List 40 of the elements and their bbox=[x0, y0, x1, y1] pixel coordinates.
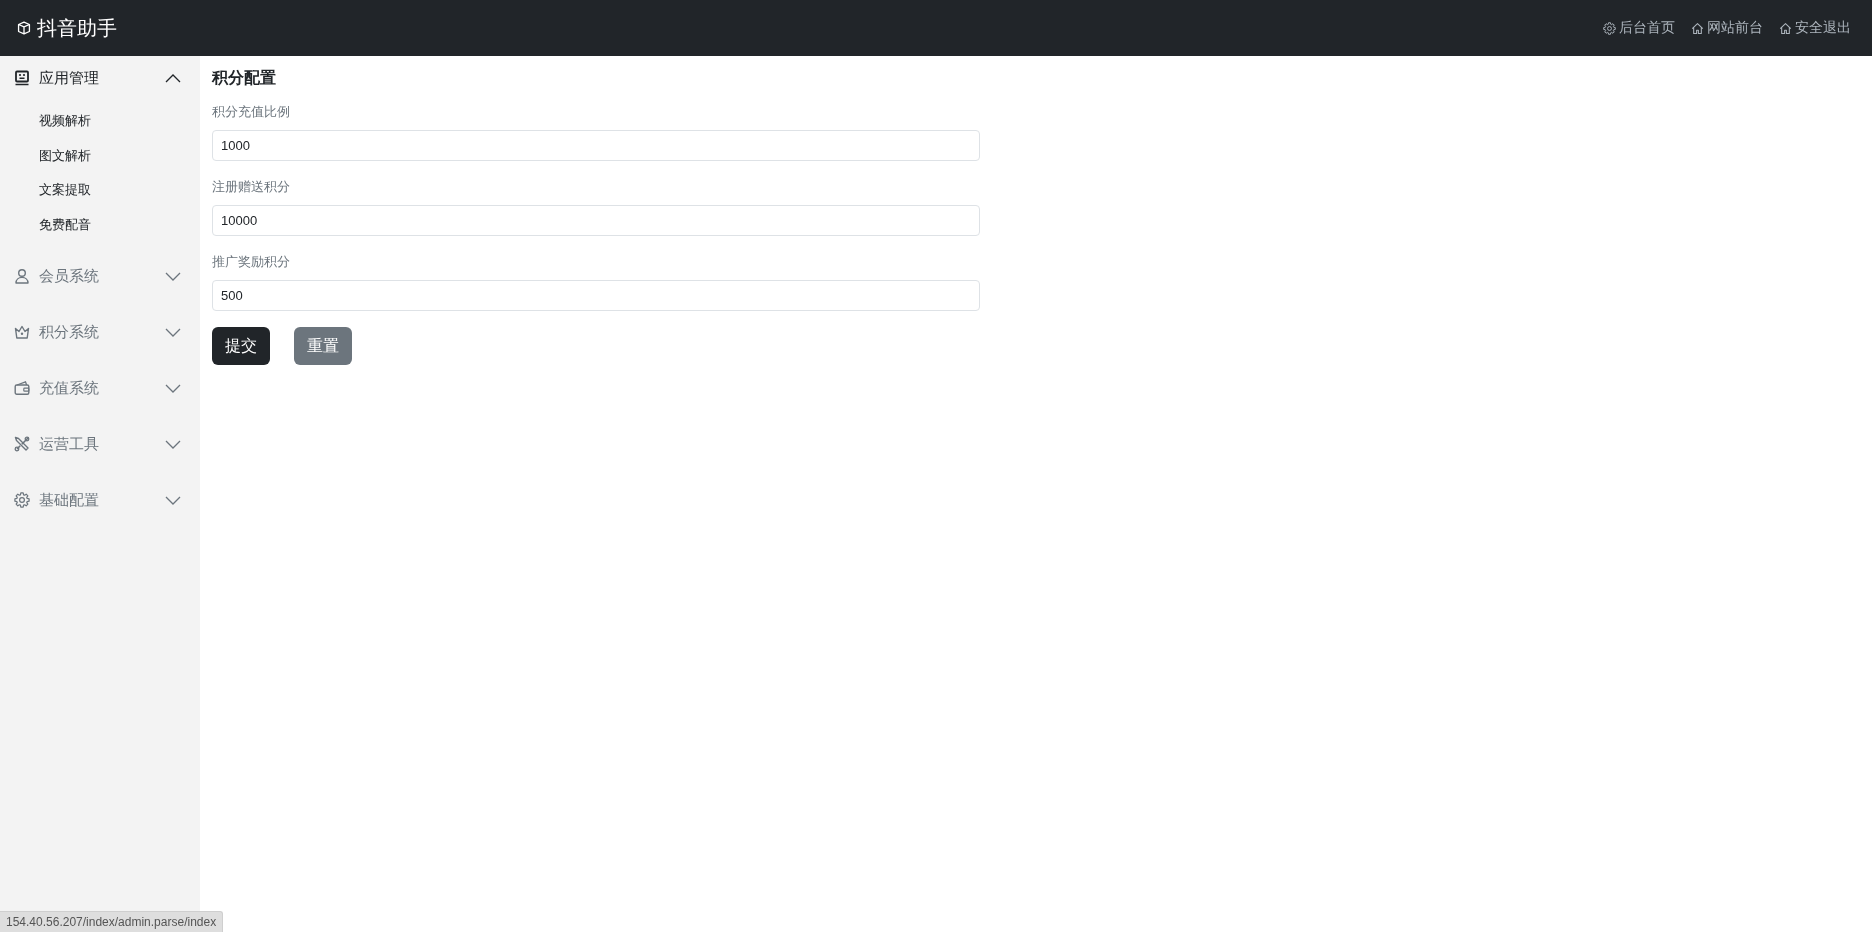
header-link[interactable]: 网站前台 bbox=[1691, 19, 1763, 37]
sidebar-menu-item[interactable]: 会员系统 bbox=[0, 254, 200, 298]
app-title: 抖音助手 bbox=[37, 15, 117, 41]
user-icon bbox=[14, 268, 30, 284]
chevron-down-icon bbox=[165, 495, 181, 505]
chevron-up-icon bbox=[165, 73, 181, 83]
wallet-icon bbox=[14, 380, 30, 396]
sidebar-menu-item[interactable]: 充值系统 bbox=[0, 366, 200, 410]
field-label: 积分充值比例 bbox=[212, 103, 290, 121]
tools-icon bbox=[14, 436, 30, 452]
field-label: 注册赠送积分 bbox=[212, 178, 290, 196]
sidebar-menu-item[interactable]: 应用管理 bbox=[0, 56, 200, 100]
status-url: 154.40.56.207/index/admin.parse/index bbox=[0, 911, 224, 932]
cube-icon bbox=[17, 21, 31, 35]
crown-icon bbox=[14, 324, 30, 340]
home-icon bbox=[1779, 21, 1792, 35]
submenu-link[interactable]: 视频解析 bbox=[0, 104, 91, 139]
header-link[interactable]: 后台首页 bbox=[1603, 19, 1675, 37]
field-label: 推广奖励积分 bbox=[212, 253, 290, 271]
sidebar-menu-item[interactable]: 运营工具 bbox=[0, 422, 200, 466]
sidebar-menu-item[interactable]: 积分系统 bbox=[0, 310, 200, 354]
settings-icon bbox=[1603, 21, 1616, 35]
chevron-down-icon bbox=[165, 327, 181, 337]
sidebar-menu-item[interactable]: 基础配置 bbox=[0, 478, 200, 522]
submenu-link[interactable]: 图文解析 bbox=[0, 138, 91, 173]
input-field[interactable]: 10000 bbox=[212, 205, 980, 236]
header-link[interactable]: 安全退出 bbox=[1779, 19, 1851, 37]
chevron-down-icon bbox=[165, 439, 181, 449]
submenu-link[interactable]: 文案提取 bbox=[0, 173, 91, 208]
submenu-link[interactable]: 免费配音 bbox=[0, 207, 91, 242]
input-field[interactable]: 500 bbox=[212, 280, 980, 311]
chevron-down-icon bbox=[165, 271, 181, 281]
settings-icon bbox=[14, 492, 30, 508]
screen-icon bbox=[14, 70, 30, 86]
input-field[interactable]: 1000 bbox=[212, 130, 980, 161]
submit-button[interactable]: 提交 bbox=[212, 327, 270, 365]
home-icon bbox=[1691, 21, 1704, 35]
chevron-down-icon bbox=[165, 383, 181, 393]
reset-button[interactable]: 重置 bbox=[294, 327, 352, 365]
section-title: 积分配置 bbox=[212, 68, 277, 88]
